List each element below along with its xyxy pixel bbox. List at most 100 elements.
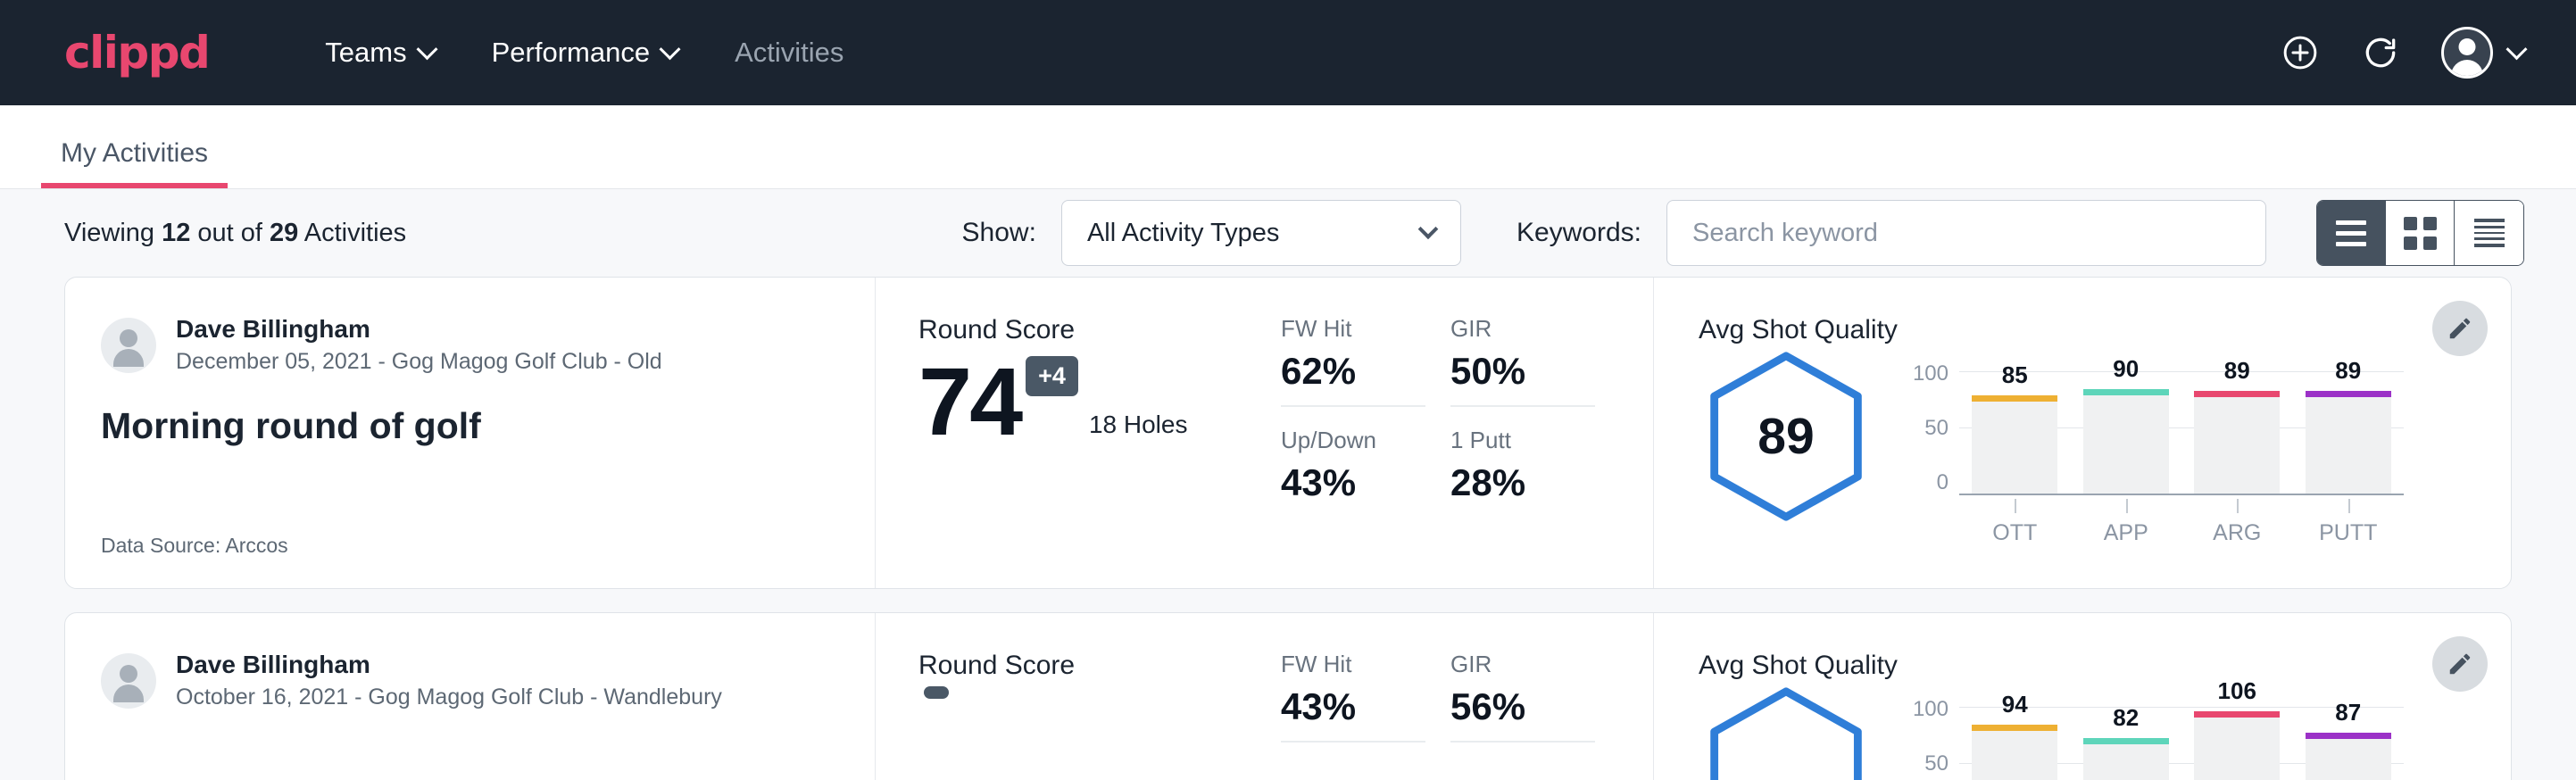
keywords-label: Keywords: [1517, 218, 1641, 248]
edit-activity-button[interactable] [2432, 301, 2488, 356]
nav-item-performance-label: Performance [492, 37, 650, 69]
chevron-down-icon [660, 38, 681, 60]
bar-value-arg: 89 [2194, 357, 2280, 385]
avatar-body [113, 349, 144, 367]
page-tab-bar: My Activities [0, 105, 2576, 189]
avatar-body [113, 685, 144, 702]
shot-quality-chart: 100 50 0 85 [1900, 349, 2404, 546]
activity-type-select-value: All Activity Types [1087, 219, 1279, 248]
pencil-icon [2447, 651, 2473, 677]
activity-author-text: Dave Billingham October 16, 2021 - Gog M… [176, 651, 722, 710]
bar-value-app: 90 [2083, 355, 2169, 383]
nav-item-teams[interactable]: Teams [296, 26, 462, 79]
activity-card[interactable]: Dave Billingham December 05, 2021 - Gog … [64, 277, 2512, 589]
stat-gir-value: 50% [1450, 350, 1595, 393]
avatar-body [2451, 60, 2483, 79]
grid-view-icon [2404, 217, 2437, 250]
stat-fw-hit: FW Hit 43% [1281, 651, 1425, 743]
stat-up-down: Up/Down 43% [1281, 427, 1425, 517]
plus-circle-icon[interactable] [2281, 33, 2320, 72]
nav-item-activities[interactable]: Activities [706, 26, 872, 79]
search-input-placeholder: Search keyword [1692, 219, 1878, 248]
activity-author-name: Dave Billingham [176, 651, 722, 679]
chart-plot-area: 85 90 [1959, 361, 2404, 495]
bar-value-app: 82 [2083, 704, 2169, 732]
bar-column-ott: 85 [1972, 361, 2057, 494]
view-mode-detail-button[interactable] [2455, 201, 2523, 265]
bar-app: 90 [2083, 389, 2169, 494]
avatar [101, 653, 156, 709]
view-mode-list-button[interactable] [2317, 201, 2386, 265]
edit-activity-button[interactable] [2432, 636, 2488, 692]
avatar-head [120, 665, 137, 683]
search-input[interactable]: Search keyword [1666, 200, 2266, 266]
round-score-block: Round Score 74 +4 18 Holes [918, 315, 1276, 558]
bar-arg: 106 [2194, 711, 2280, 780]
round-score-row [918, 686, 1276, 754]
avg-shot-quality-label: Avg Shot Quality [1699, 315, 2404, 345]
avg-shot-quality-value: 89 [1699, 349, 1874, 524]
viewing-count: 12 [162, 219, 190, 247]
bar-value-ott: 94 [1972, 691, 2057, 718]
nav-item-teams-label: Teams [325, 37, 406, 69]
show-label: Show: [962, 218, 1036, 248]
bar-column-putt: 89 [2306, 361, 2391, 494]
activity-card-scores: Round Score FW Hit 43% GIR 56% [876, 613, 1654, 780]
activity-card-summary: Dave Billingham December 05, 2021 - Gog … [65, 278, 876, 588]
bar-cap-putt [2306, 391, 2391, 397]
stat-up-down-value: 43% [1281, 461, 1425, 504]
stat-gir-label: GIR [1450, 651, 1595, 678]
bar-column-arg: 106 [2194, 697, 2280, 780]
viewing-suffix: Activities [298, 219, 406, 247]
filter-toolbar: Viewing 12 out of 29 Activities Show: Al… [0, 189, 2576, 277]
viewing-mid: out of [190, 219, 270, 247]
y-tick-100: 100 [1900, 361, 1949, 386]
bar-ott: 85 [1972, 395, 2057, 494]
avatar-head [120, 329, 137, 347]
shot-quality-bar-chart: 100 50 0 85 [1900, 349, 2404, 495]
activity-card[interactable]: Dave Billingham October 16, 2021 - Gog M… [64, 612, 2512, 780]
bar-value-putt: 89 [2306, 357, 2391, 385]
y-tick-50: 50 [1900, 416, 1949, 441]
filter-controls: Show: All Activity Types Keywords: Searc… [962, 200, 2524, 266]
round-holes-count: 18 Holes [1089, 411, 1188, 439]
activity-card-summary: Dave Billingham October 16, 2021 - Gog M… [65, 613, 876, 780]
avatar [101, 318, 156, 373]
activity-card-scores: Round Score 74 +4 18 Holes FW Hit 62% GI… [876, 278, 1654, 588]
bar-value-ott: 85 [1972, 361, 2057, 389]
bar-value-arg: 106 [2194, 677, 2280, 705]
stat-fw-hit-label: FW Hit [1281, 651, 1425, 678]
bar-arg: 89 [2194, 391, 2280, 494]
viewing-count-text: Viewing 12 out of 29 Activities [64, 219, 406, 248]
activity-date-venue: October 16, 2021 - Gog Magog Golf Club -… [176, 685, 722, 710]
clippd-logo[interactable]: clippd [64, 27, 209, 79]
activity-data-source: Data Source: Arccos [101, 534, 839, 558]
activity-type-select[interactable]: All Activity Types [1061, 200, 1461, 266]
bar-column-app: 90 [2083, 361, 2169, 494]
round-score-label: Round Score [918, 315, 1276, 345]
tab-my-activities-label: My Activities [61, 138, 208, 168]
bar-cap-arg [2194, 391, 2280, 397]
chart-plot-area: 94 82 [1959, 697, 2404, 780]
stat-fw-hit-label: FW Hit [1281, 315, 1425, 343]
stat-gir: GIR 50% [1450, 315, 1595, 407]
avg-shot-quality-hexagon [1699, 685, 1874, 780]
bar-cap-app [2083, 389, 2169, 395]
viewing-prefix: Viewing [64, 219, 162, 247]
account-menu[interactable] [2441, 27, 2524, 79]
top-navigation-bar: clippd Teams Performance Activities [0, 0, 2576, 105]
bar-column-putt: 87 [2306, 697, 2391, 780]
round-score-label: Round Score [918, 651, 1276, 681]
main-nav-items: Teams Performance Activities [296, 26, 872, 79]
shot-quality-bar-chart: 100 50 0 94 [1900, 685, 2404, 780]
nav-item-performance[interactable]: Performance [463, 26, 706, 79]
bar-column-arg: 89 [2194, 361, 2280, 494]
tab-my-activities[interactable]: My Activities [41, 138, 228, 188]
activity-author: Dave Billingham October 16, 2021 - Gog M… [101, 651, 839, 710]
x-tick-arg: ARG [2194, 520, 2280, 546]
refresh-icon[interactable] [2361, 33, 2400, 72]
avg-shot-quality-row: 89 100 50 0 [1699, 349, 2404, 546]
view-mode-grid-button[interactable] [2386, 201, 2455, 265]
round-score-value: 74 [918, 351, 1020, 452]
y-tick-100: 100 [1900, 697, 1949, 722]
